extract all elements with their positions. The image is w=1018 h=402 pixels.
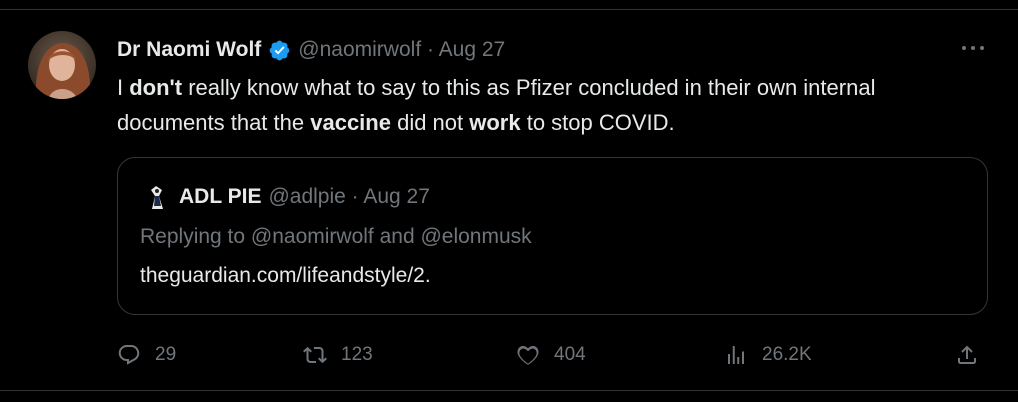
more-icon[interactable] bbox=[958, 36, 988, 60]
tweet-text-segment: I bbox=[117, 75, 130, 100]
reply-icon bbox=[117, 343, 141, 367]
tweet-text: I don't really know what to say to this … bbox=[117, 70, 977, 140]
verified-badge-icon bbox=[268, 39, 291, 62]
top-divider bbox=[0, 9, 1018, 10]
view-count: 26.2K bbox=[762, 344, 812, 365]
tweet-header: Dr Naomi Wolf @naomirwolf · Aug 27 bbox=[117, 36, 505, 64]
heart-icon bbox=[516, 343, 540, 367]
quote-author-name: ADL PIE bbox=[179, 185, 262, 208]
share-icon bbox=[955, 343, 979, 367]
like-count: 404 bbox=[554, 344, 586, 365]
reply-count: 29 bbox=[155, 344, 177, 365]
author-handle-time[interactable]: @naomirwolf · Aug 27 bbox=[298, 38, 505, 62]
tweet-text-segment: don't bbox=[129, 75, 183, 100]
tweet-text-segment: did not bbox=[390, 110, 470, 135]
quote-author-handle-time: @adlpie · Aug 27 bbox=[268, 185, 430, 208]
share-button[interactable] bbox=[955, 336, 979, 374]
quoted-tweet[interactable]: ADL PIE @adlpie · Aug 27 Replying to @na… bbox=[117, 157, 988, 315]
retweet-icon bbox=[303, 343, 327, 367]
quote-link[interactable]: theguardian.com/lifeandstyle/2. bbox=[140, 264, 431, 288]
quote-header: ADL PIE @adlpie · Aug 27 bbox=[142, 182, 430, 212]
like-button[interactable]: 404 bbox=[516, 336, 586, 374]
quote-replying-to: Replying to @naomirwolf and @elonmusk bbox=[140, 225, 532, 248]
tweet-text-segment: work bbox=[469, 110, 521, 135]
author-avatar[interactable] bbox=[28, 31, 96, 99]
action-bar: 29 123 404 26.2K bbox=[0, 336, 1018, 376]
tweet-text-segment: vaccine bbox=[310, 110, 391, 135]
tweet-text-segment: to stop COVID. bbox=[520, 110, 675, 135]
bottom-divider bbox=[0, 390, 1018, 391]
views-icon bbox=[724, 343, 748, 367]
retweet-button[interactable]: 123 bbox=[303, 336, 373, 374]
quote-author-avatar bbox=[142, 182, 172, 212]
author-name[interactable]: Dr Naomi Wolf bbox=[117, 38, 261, 62]
views-button[interactable]: 26.2K bbox=[724, 336, 812, 374]
reply-button[interactable]: 29 bbox=[117, 336, 176, 374]
retweet-count: 123 bbox=[341, 344, 373, 365]
